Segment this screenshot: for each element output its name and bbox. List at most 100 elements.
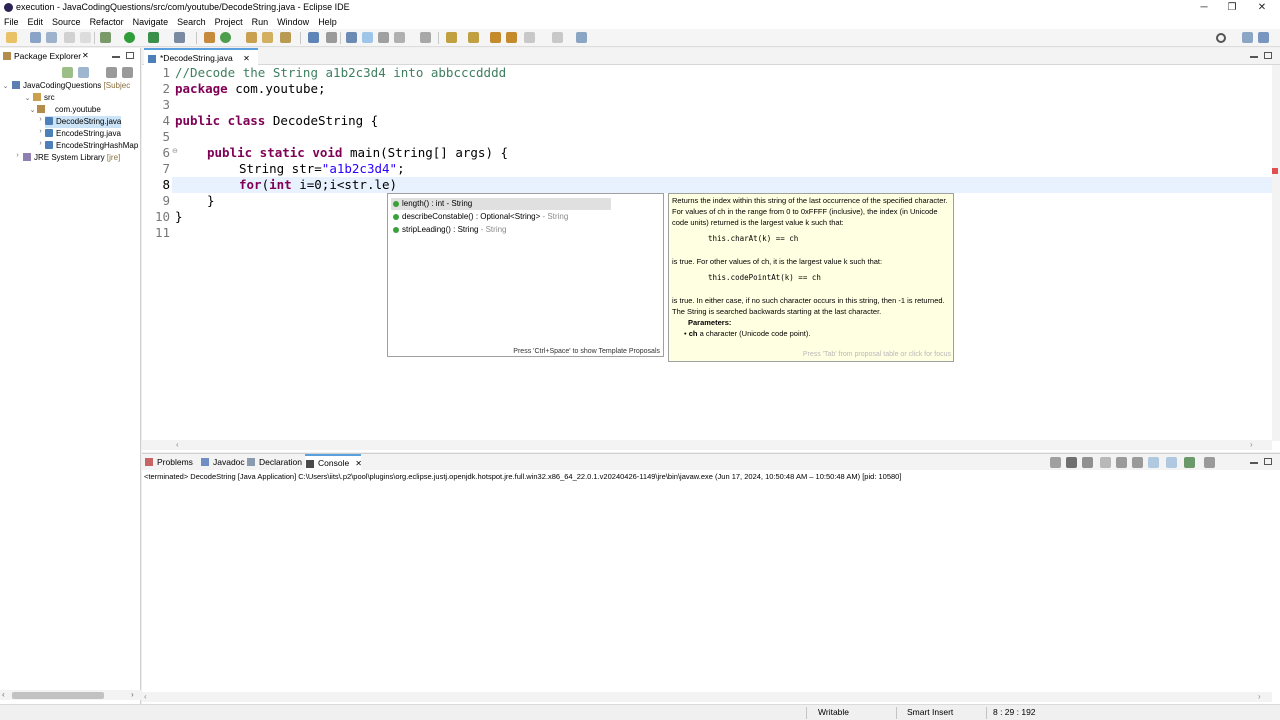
open-type-icon[interactable] bbox=[246, 32, 257, 43]
minimize-editor-icon[interactable] bbox=[1250, 56, 1258, 58]
error-overview-marker[interactable] bbox=[1272, 168, 1278, 174]
fold-icon[interactable]: ⊖ bbox=[172, 147, 178, 155]
filter-icon[interactable] bbox=[106, 67, 117, 78]
tab-declaration[interactable]: Declaration bbox=[246, 454, 306, 470]
forward-icon[interactable] bbox=[524, 32, 535, 43]
code-line-2[interactable]: package com.youtube; bbox=[175, 81, 326, 97]
minimize-view-icon[interactable] bbox=[112, 56, 120, 58]
maximize-console-icon[interactable] bbox=[1264, 458, 1272, 465]
highlight-icon[interactable] bbox=[362, 32, 373, 43]
next-annotation-icon[interactable] bbox=[446, 32, 457, 43]
prev-annotation-icon[interactable] bbox=[468, 32, 479, 43]
annotation-icon[interactable] bbox=[346, 32, 357, 43]
nav-forward-icon[interactable] bbox=[552, 32, 563, 43]
chevron-right-icon[interactable]: › bbox=[14, 152, 21, 159]
proposal-stripleading[interactable]: stripLeading() : String - String bbox=[391, 224, 611, 236]
minimize-button[interactable]: ─ bbox=[1190, 0, 1218, 15]
save-icon[interactable] bbox=[30, 32, 41, 43]
coverage-icon[interactable] bbox=[148, 32, 159, 43]
display-console-icon[interactable] bbox=[1166, 457, 1177, 468]
chevron-down-icon[interactable]: ⌄ bbox=[24, 94, 31, 102]
code-line-10[interactable]: } bbox=[175, 209, 183, 225]
pin-console-icon[interactable] bbox=[1148, 457, 1159, 468]
menu-window[interactable]: Window bbox=[277, 17, 309, 27]
open-console-icon[interactable] bbox=[1184, 457, 1195, 468]
code-line-4[interactable]: public class DecodeString { bbox=[175, 113, 378, 129]
menu-file[interactable]: File bbox=[4, 17, 19, 27]
save-all-icon[interactable] bbox=[46, 32, 57, 43]
tab-console[interactable]: Console ✕ bbox=[305, 454, 362, 470]
status-cursor-position[interactable]: 8 : 29 : 192 bbox=[993, 705, 1036, 720]
terminate-icon[interactable] bbox=[1050, 457, 1061, 468]
java-perspective-icon[interactable] bbox=[1258, 32, 1269, 43]
menu-help[interactable]: Help bbox=[318, 17, 337, 27]
close-tab-icon[interactable]: ✕ bbox=[355, 459, 362, 468]
maximize-editor-icon[interactable] bbox=[1264, 52, 1272, 59]
search-icon[interactable] bbox=[1216, 33, 1226, 43]
scrollbar-thumb[interactable] bbox=[12, 692, 104, 699]
console-horizontal-scrollbar[interactable]: ‹ › bbox=[142, 692, 1272, 702]
proposal-length[interactable]: length() : int - String bbox=[391, 198, 611, 210]
tree-item-package[interactable]: com.youtube bbox=[37, 104, 101, 116]
word-wrap-icon[interactable] bbox=[1116, 457, 1127, 468]
tab-problems[interactable]: Problems bbox=[144, 454, 198, 470]
redo-icon[interactable] bbox=[80, 32, 91, 43]
close-tab-icon[interactable]: ✕ bbox=[243, 54, 250, 63]
close-view-icon[interactable]: ✕ bbox=[82, 48, 89, 64]
minimize-console-icon[interactable] bbox=[1250, 462, 1258, 464]
explorer-horizontal-scrollbar[interactable]: ‹ › bbox=[0, 690, 141, 700]
search-tool-icon[interactable] bbox=[280, 32, 291, 43]
back-icon[interactable] bbox=[506, 32, 517, 43]
remove-launch-icon[interactable] bbox=[1066, 457, 1077, 468]
pin-editor-icon[interactable] bbox=[576, 32, 587, 43]
editor-vertical-scrollbar[interactable] bbox=[1272, 65, 1280, 441]
whitespace-icon[interactable] bbox=[394, 32, 405, 43]
new-java-project-icon[interactable] bbox=[204, 32, 215, 43]
chevron-right-icon[interactable]: › bbox=[37, 128, 44, 135]
undo-icon[interactable] bbox=[64, 32, 75, 43]
tab-package-explorer[interactable]: Package Explorer ✕ bbox=[0, 48, 96, 64]
tree-item-decodestring[interactable]: DecodeString.java bbox=[45, 116, 122, 128]
tree-item-encodestring[interactable]: EncodeString.java bbox=[45, 128, 121, 140]
console-output-line[interactable]: <terminated> DecodeString [Java Applicat… bbox=[144, 472, 901, 481]
tab-decodestring[interactable]: *DecodeString.java ✕ bbox=[144, 48, 258, 65]
remove-all-icon[interactable] bbox=[1082, 457, 1093, 468]
scroll-lock-icon[interactable] bbox=[1100, 457, 1111, 468]
tree-item-src[interactable]: src bbox=[33, 92, 55, 104]
terminal-icon[interactable] bbox=[308, 32, 319, 43]
close-button[interactable]: ✕ bbox=[1248, 0, 1276, 15]
tree-item-project[interactable]: JavaCodingQuestions [Subjec bbox=[12, 80, 130, 92]
code-line-9[interactable]: } bbox=[207, 193, 215, 209]
tree-item-encodestringhashmap[interactable]: EncodeStringHashMap bbox=[45, 140, 138, 152]
last-edit-icon[interactable] bbox=[490, 32, 501, 43]
block-select-icon[interactable] bbox=[378, 32, 389, 43]
javadoc-popup[interactable]: Returns the index within this string of … bbox=[668, 193, 954, 362]
code-line-1[interactable]: //Decode the String a1b2c3d4 into abbccc… bbox=[175, 65, 506, 81]
open-task-icon[interactable] bbox=[262, 32, 273, 43]
collapse-all-icon[interactable] bbox=[62, 67, 73, 78]
tab-javadoc[interactable]: Javadoc bbox=[200, 454, 250, 470]
chevron-down-icon[interactable]: ⌄ bbox=[2, 82, 9, 90]
chevron-down-icon[interactable]: ⌄ bbox=[29, 106, 36, 114]
tree-item-jre[interactable]: JRE System Library [jre] bbox=[23, 152, 120, 164]
proposal-describeconstable[interactable]: describeConstable() : Optional<String> -… bbox=[391, 211, 611, 223]
perspective-icon[interactable] bbox=[1242, 32, 1253, 43]
menu-refactor[interactable]: Refactor bbox=[90, 17, 124, 27]
chevron-right-icon[interactable]: › bbox=[37, 116, 44, 123]
console-menu-icon[interactable] bbox=[1204, 457, 1215, 468]
code-line-7[interactable]: String str="a1b2c3d4"; bbox=[239, 161, 405, 177]
menu-run[interactable]: Run bbox=[252, 17, 269, 27]
code-line-8[interactable]: for(int i=0;i<str.le) bbox=[239, 177, 397, 193]
editor-horizontal-scrollbar[interactable]: ‹ › bbox=[142, 440, 1272, 450]
chevron-right-icon[interactable]: › bbox=[37, 140, 44, 147]
external-tools-icon[interactable] bbox=[174, 32, 185, 43]
menu-source[interactable]: Source bbox=[52, 17, 81, 27]
code-line-6[interactable]: public static void main(String[] args) { bbox=[207, 145, 508, 161]
pilcrow-icon[interactable] bbox=[420, 32, 431, 43]
maximize-view-icon[interactable] bbox=[126, 52, 134, 59]
new-class-icon[interactable] bbox=[220, 32, 231, 43]
menu-edit[interactable]: Edit bbox=[28, 17, 44, 27]
toggle-mark-icon[interactable] bbox=[326, 32, 337, 43]
clear-console-icon[interactable] bbox=[1132, 457, 1143, 468]
status-insert-mode[interactable]: Smart Insert bbox=[907, 705, 953, 720]
